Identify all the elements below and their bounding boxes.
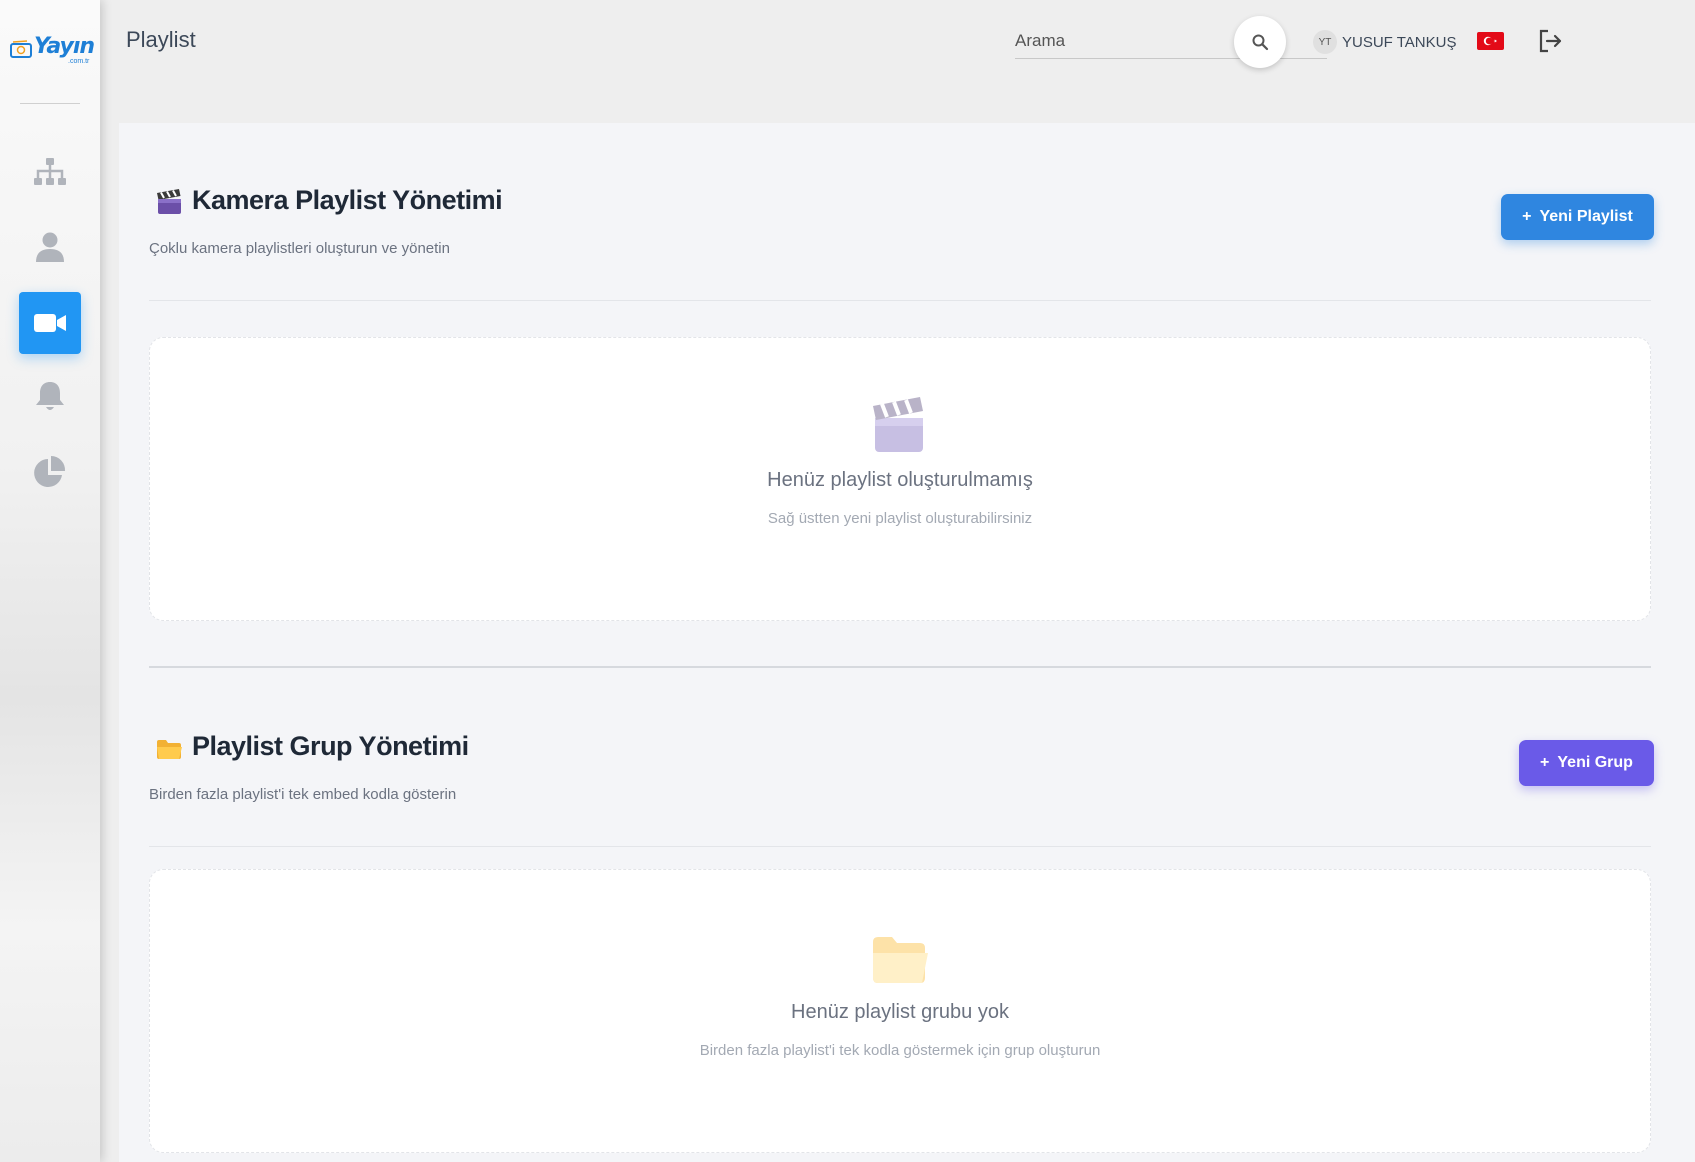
sidebar-item-cameras[interactable] — [19, 292, 81, 354]
pie-chart-icon — [34, 455, 66, 487]
flag-graphic — [1483, 36, 1497, 46]
main-content: Kamera Playlist Yönetimi Çoklu kamera pl… — [119, 123, 1695, 1162]
user-name: YUSUF TANKUŞ — [1342, 33, 1457, 51]
empty-playlist-title: Henüz playlist oluşturulmamış — [767, 469, 1033, 491]
plus-icon: + — [1540, 754, 1550, 771]
sidebar-item-reports[interactable] — [19, 441, 81, 503]
tr-flag-icon[interactable] — [1477, 32, 1504, 50]
empty-group-subtitle: Birden fazla playlist'i tek kodla göster… — [699, 1042, 1101, 1059]
empty-group-title: Henüz playlist grubu yok — [791, 1001, 1009, 1023]
playlist-empty-state: Henüz playlist oluşturulmamış Sağ üstten… — [149, 337, 1651, 621]
logo-mark-icon — [10, 40, 32, 58]
search-button[interactable] — [1234, 16, 1286, 68]
logo-text: Yayın — [34, 34, 95, 59]
video-camera-icon — [34, 314, 66, 332]
logout-icon[interactable] — [1537, 28, 1563, 54]
bell-icon — [36, 382, 64, 410]
new-playlist-label: Yeni Playlist — [1539, 208, 1633, 225]
folder-icon — [873, 937, 928, 983]
camera-section-title: Kamera Playlist Yönetimi — [192, 185, 503, 215]
clapperboard-icon — [157, 189, 181, 214]
sitemap-icon — [34, 158, 66, 185]
section-divider — [149, 300, 1651, 301]
user-menu[interactable]: YT YUSUF TANKUŞ — [1313, 30, 1456, 54]
page-title: Playlist — [126, 27, 196, 52]
sidebar-divider — [20, 103, 80, 104]
clapperboard-icon — [873, 397, 923, 452]
new-group-button[interactable]: + Yeni Grup — [1519, 740, 1654, 786]
section-separator — [149, 666, 1651, 668]
new-playlist-button[interactable]: + Yeni Playlist — [1501, 194, 1654, 240]
camera-section-subtitle: Çoklu kamera playlistleri oluşturun ve y… — [149, 240, 450, 257]
group-section-title: Playlist Grup Yönetimi — [192, 731, 469, 761]
search-icon — [1252, 34, 1269, 51]
empty-playlist-subtitle: Sağ üstten yeni playlist oluşturabilirsi… — [767, 510, 1033, 527]
avatar: YT — [1313, 30, 1337, 54]
logo-subtext: .com.tr — [68, 58, 90, 65]
brand-logo[interactable]: Yayın .com.tr — [10, 34, 95, 68]
section-divider — [149, 846, 1651, 847]
plus-icon: + — [1522, 208, 1532, 225]
group-empty-state: Henüz playlist grubu yok Birden fazla pl… — [149, 869, 1651, 1153]
sidebar-item-notifications[interactable] — [19, 366, 81, 428]
sidebar-item-sitemap[interactable] — [19, 142, 81, 204]
user-icon — [36, 232, 64, 262]
group-section-subtitle: Birden fazla playlist'i tek embed kodla … — [149, 786, 457, 803]
new-group-label: Yeni Grup — [1557, 754, 1633, 771]
folder-icon — [157, 740, 182, 759]
sidebar-item-users[interactable] — [19, 216, 81, 278]
sidebar: Yayın .com.tr — [0, 0, 100, 1162]
